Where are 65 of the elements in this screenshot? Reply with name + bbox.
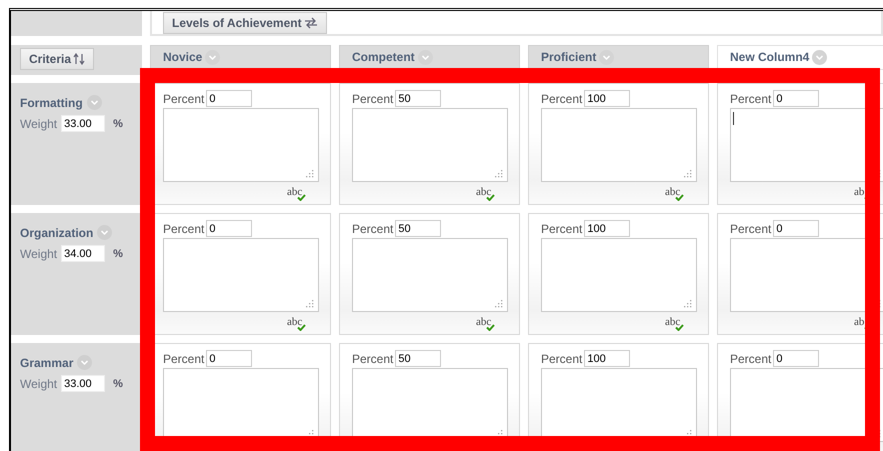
- criterion-title: Grammar: [20, 356, 74, 370]
- chevron-icon[interactable]: [77, 355, 92, 370]
- percent-label: Percent: [163, 222, 204, 236]
- chevron-icon[interactable]: [812, 50, 828, 65]
- description-field[interactable]: [352, 238, 508, 312]
- weight-field[interactable]: 34.00: [61, 245, 106, 262]
- percent-label: Percent: [352, 92, 394, 106]
- percent-label: Percent: [541, 222, 582, 236]
- percent-label: Percent: [541, 92, 582, 106]
- levels-button[interactable]: Levels of Achievement: [163, 12, 327, 34]
- percent-sign: %: [113, 378, 123, 390]
- column-title: Novice: [163, 50, 202, 64]
- weight-field[interactable]: 33.00: [61, 375, 106, 392]
- criterion-title: Formatting: [20, 96, 83, 110]
- percent-field[interactable]: 0: [206, 350, 252, 367]
- chevron-icon[interactable]: [97, 225, 112, 240]
- percent-field[interactable]: 100: [584, 350, 630, 367]
- resize-grip-icon[interactable]: [495, 170, 503, 178]
- sort-icon: [73, 53, 86, 65]
- description-field[interactable]: [541, 238, 697, 312]
- chevron-icon[interactable]: [599, 50, 614, 65]
- percent-field[interactable]: 0: [773, 350, 820, 367]
- resize-grip-icon[interactable]: [684, 170, 692, 178]
- percent-label: Percent: [352, 352, 394, 366]
- percent-sign: %: [113, 248, 123, 260]
- swap-icon: [304, 16, 318, 28]
- percent-label: Percent: [730, 222, 772, 236]
- weight-label: Weight: [20, 246, 58, 260]
- resize-grip-icon[interactable]: [306, 170, 314, 178]
- column-title: New Column4: [730, 50, 810, 64]
- percent-label: Percent: [730, 92, 772, 106]
- percent-sign: %: [113, 118, 123, 130]
- description-field[interactable]: [352, 108, 508, 182]
- percent-field[interactable]: 50: [395, 220, 442, 237]
- resize-grip-icon[interactable]: [306, 300, 314, 308]
- weight-label: Weight: [20, 116, 58, 130]
- resize-grip-icon[interactable]: [495, 300, 503, 308]
- description-field[interactable]: [730, 108, 883, 182]
- percent-field[interactable]: 0: [206, 220, 252, 237]
- percent-field[interactable]: 0: [773, 220, 820, 237]
- percent-field[interactable]: 100: [584, 90, 630, 107]
- percent-label: Percent: [163, 352, 204, 366]
- weight-label: Weight: [20, 376, 58, 390]
- percent-field[interactable]: 0: [206, 90, 252, 107]
- column-title: Competent: [352, 50, 415, 64]
- resize-grip-icon[interactable]: [684, 300, 692, 308]
- percent-label: Percent: [541, 352, 582, 366]
- percent-field[interactable]: 50: [395, 90, 442, 107]
- criterion-title: Organization: [20, 226, 94, 240]
- description-field[interactable]: [730, 238, 883, 312]
- description-field[interactable]: [163, 238, 319, 312]
- percent-label: Percent: [730, 352, 772, 366]
- chevron-icon[interactable]: [418, 50, 433, 65]
- column-title: Proficient: [541, 50, 596, 64]
- weight-field[interactable]: 33.00: [61, 115, 106, 132]
- chevron-icon[interactable]: [86, 95, 102, 110]
- chevron-icon[interactable]: [205, 50, 220, 65]
- percent-label: Percent: [163, 92, 204, 106]
- percent-label: Percent: [352, 222, 394, 236]
- percent-field[interactable]: 0: [773, 90, 820, 107]
- percent-field[interactable]: 50: [395, 350, 442, 367]
- criteria-button[interactable]: Criteria: [20, 48, 94, 70]
- description-field[interactable]: [163, 108, 319, 182]
- percent-field[interactable]: 100: [584, 220, 630, 237]
- description-field[interactable]: [541, 108, 697, 182]
